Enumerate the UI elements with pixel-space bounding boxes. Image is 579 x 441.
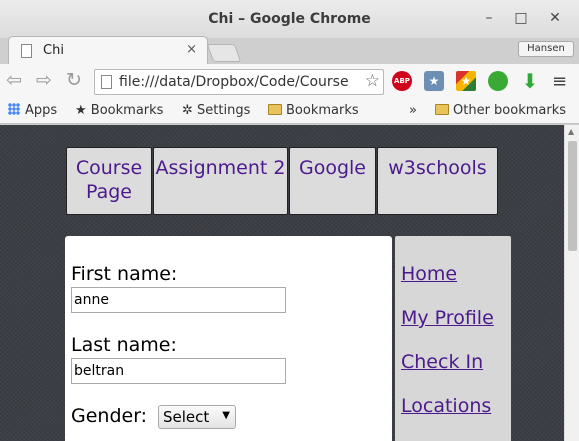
bookmark-folder[interactable]: Bookmarks [268, 103, 359, 118]
sidebar-link-locations[interactable]: Locations [401, 395, 491, 417]
profile-button[interactable]: Hansen [518, 41, 574, 57]
bookmark-star-icon[interactable]: ☆ [365, 71, 380, 91]
reload-icon[interactable]: ↻ [66, 69, 82, 91]
close-window-icon[interactable]: ✕ [546, 9, 564, 27]
maximize-icon[interactable]: □ [512, 9, 530, 27]
sidebar-link-check-in[interactable]: Check In [401, 351, 483, 373]
url-text[interactable]: file:///data/Dropbox/Code/Course [119, 74, 349, 90]
window-titlebar: Chi – Google Chrome – □ ✕ [0, 0, 579, 38]
page-content: Course Page Assignment 2 Google w3school… [0, 125, 564, 441]
gender-label: Gender: [71, 405, 148, 427]
adblock-icon[interactable]: ABP [392, 71, 412, 91]
scrollbar-thumb[interactable] [568, 141, 577, 251]
star-extension-icon[interactable]: ★ [424, 71, 444, 91]
form-panel: First name: anne Last name: beltran Gend… [65, 236, 392, 441]
gender-select[interactable]: Select ▼ [158, 405, 236, 429]
bookmark-settings[interactable]: ✲ Settings [182, 103, 250, 118]
tab-title: Chi [43, 43, 64, 58]
dropdown-arrow-icon: ▼ [222, 410, 230, 421]
download-arrow-icon[interactable]: ⬇ [520, 71, 540, 91]
other-bookmarks[interactable]: Other bookmarks [435, 103, 566, 118]
back-icon[interactable]: ⇦ [6, 69, 22, 91]
page-icon [101, 75, 112, 89]
gender-selected-value: Select [163, 408, 210, 426]
gear-icon: ✲ [182, 103, 198, 118]
close-tab-icon[interactable]: × [186, 42, 197, 57]
side-nav: Home My Profile Check In Locations [395, 236, 511, 441]
bookmarks-overflow-button[interactable]: » [409, 103, 417, 118]
vertical-scrollbar[interactable]: ▲ [564, 125, 579, 441]
tab-chi[interactable]: Chi × [8, 36, 208, 64]
sidebar-link-home[interactable]: Home [401, 263, 457, 285]
bookmark-bookmarks[interactable]: ★ Bookmarks [75, 103, 163, 118]
course-page-button[interactable]: Course Page [66, 147, 152, 215]
folder-icon [435, 104, 449, 115]
folder-icon [268, 104, 282, 115]
apps-grid-icon [8, 103, 20, 115]
last-name-label: Last name: [71, 334, 177, 356]
assignment-button[interactable]: Assignment 2 [153, 147, 288, 215]
scroll-up-icon[interactable]: ▲ [568, 127, 574, 136]
new-tab-button[interactable] [206, 44, 242, 62]
browser-toolbar: ⇦ ⇨ ↻ file:///data/Dropbox/Code/Course ☆… [0, 64, 579, 100]
last-name-input[interactable]: beltran [71, 358, 286, 384]
address-bar[interactable]: file:///data/Dropbox/Code/Course ☆ [94, 69, 384, 95]
colorful-extension-icon[interactable]: ★ [456, 71, 476, 91]
bookmarks-bar: Apps ★ Bookmarks ✲ Settings Bookmarks » … [0, 100, 579, 124]
first-name-label: First name: [71, 263, 178, 285]
chrome-menu-icon[interactable]: ≡ [552, 71, 567, 92]
minimize-icon[interactable]: – [480, 9, 498, 27]
star-icon: ★ [75, 103, 91, 118]
w3schools-button[interactable]: w3schools [377, 147, 498, 215]
sidebar-link-my-profile[interactable]: My Profile [401, 307, 494, 329]
document-icon [21, 44, 32, 58]
forward-icon[interactable]: ⇨ [36, 69, 52, 91]
chat-bubble-icon[interactable] [488, 71, 508, 91]
bookmark-apps[interactable]: Apps [8, 103, 57, 118]
first-name-input[interactable]: anne [71, 287, 286, 313]
google-button[interactable]: Google [289, 147, 376, 215]
